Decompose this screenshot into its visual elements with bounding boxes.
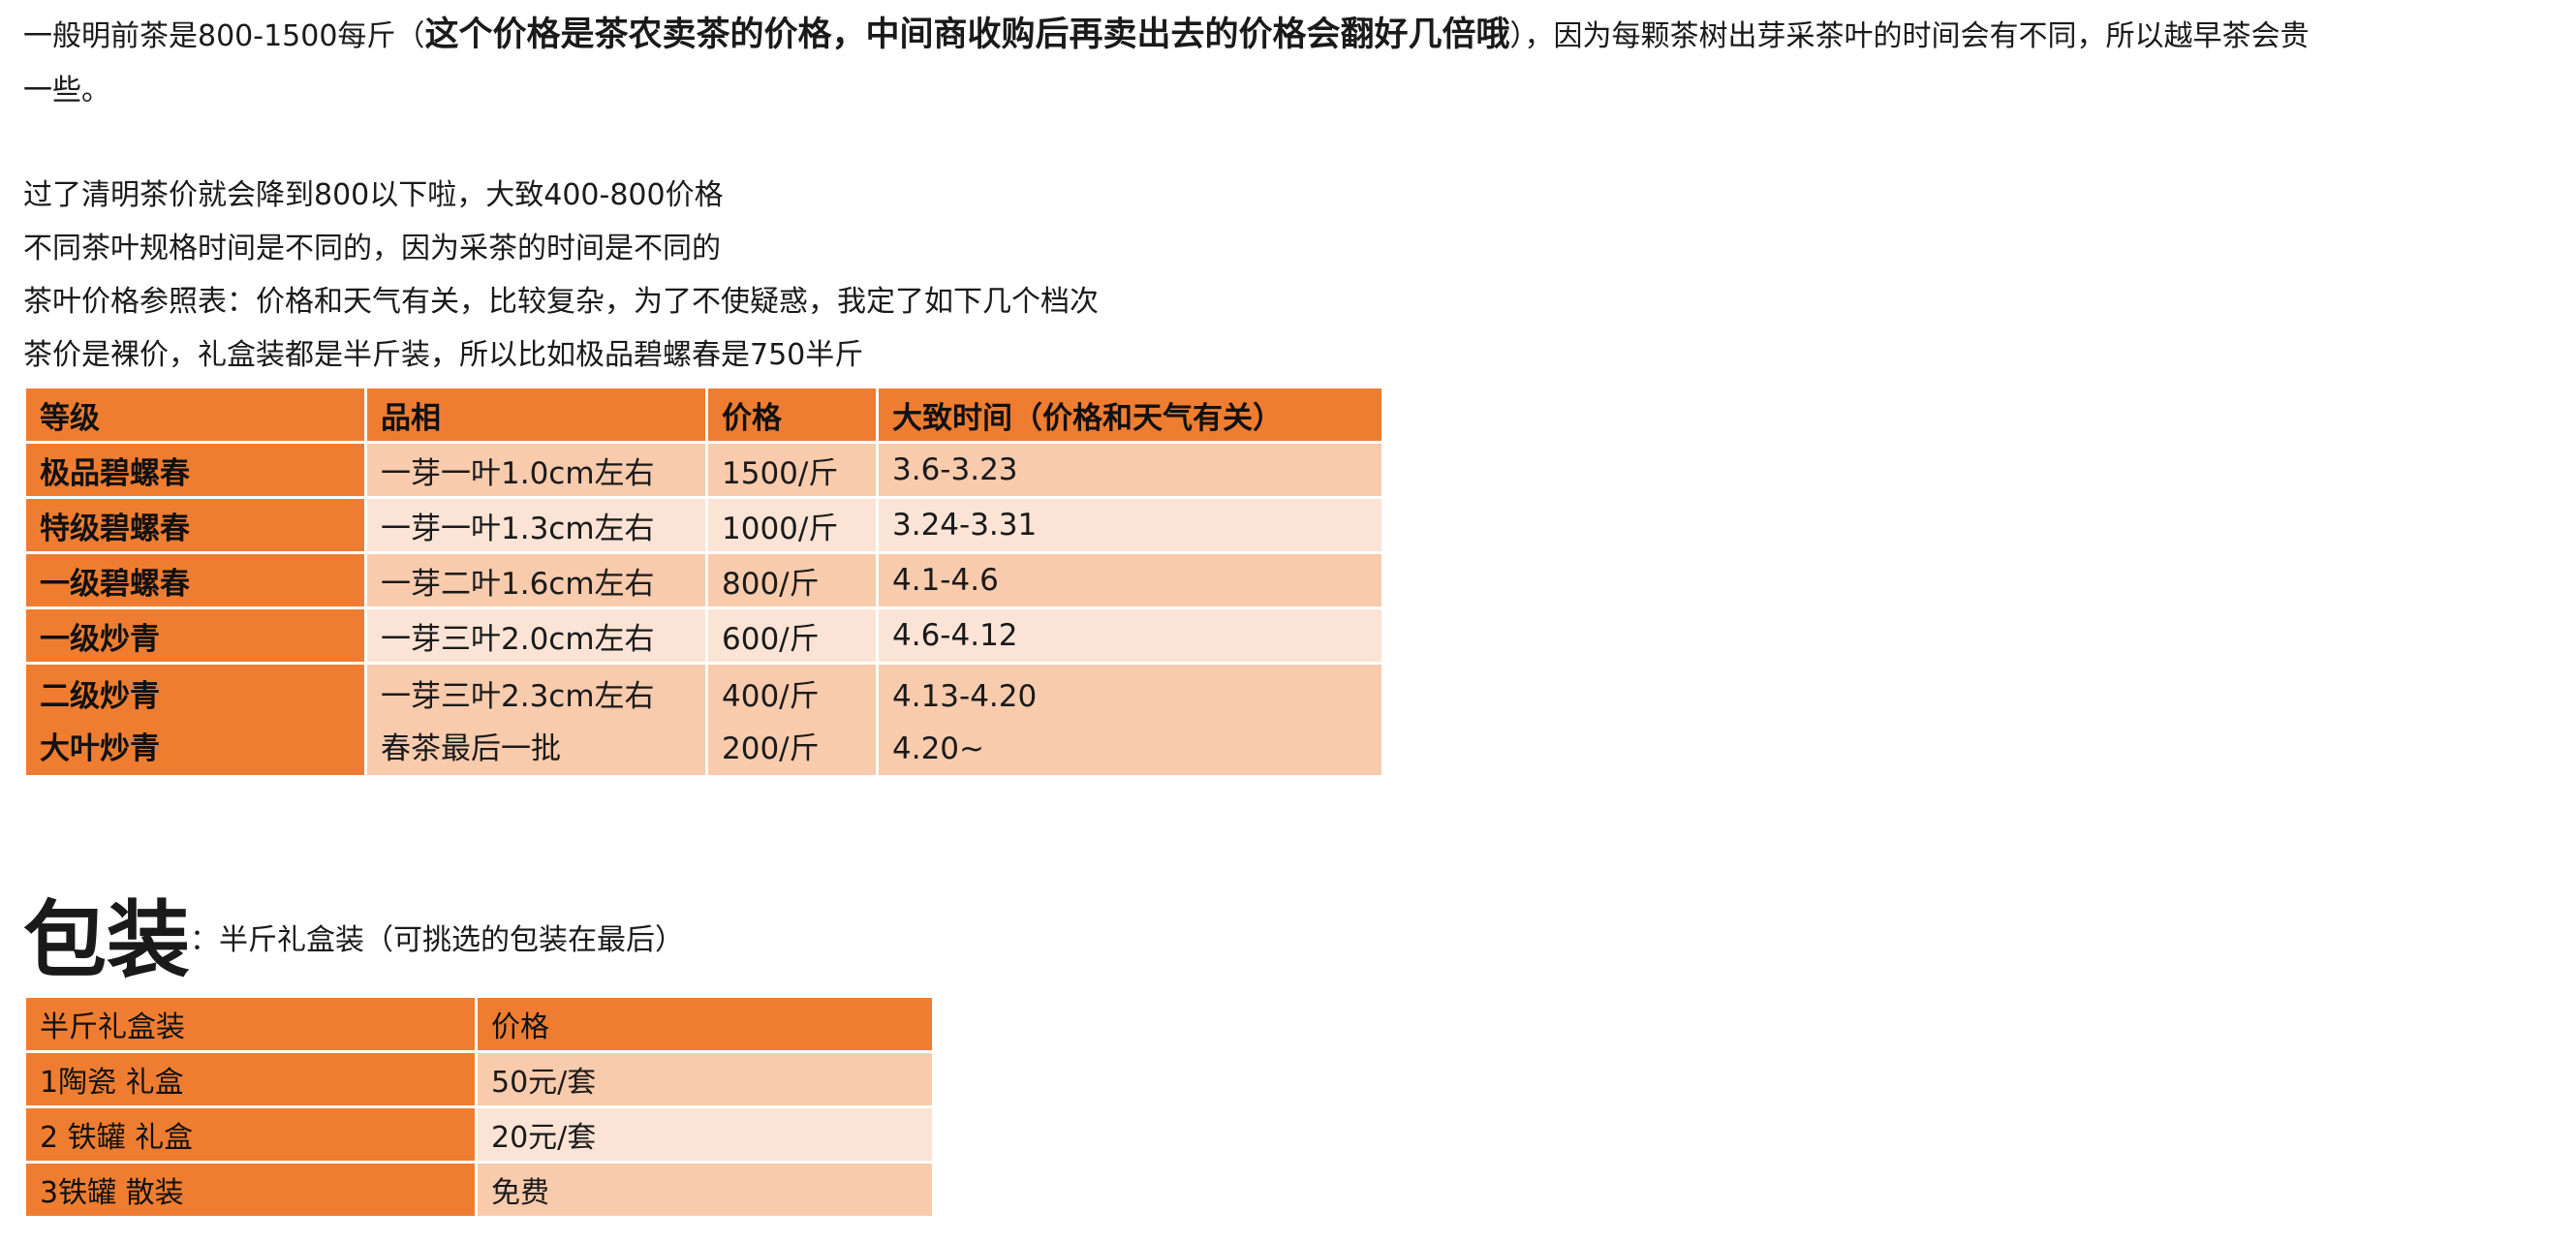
header-look: 品相: [364, 386, 708, 444]
header-time: 大致时间（价格和天气有关）: [876, 386, 1384, 444]
table-row: 二级炒青 大叶炒青 一芽三叶2.3cm左右 春茶最后一批 400/斤 200/斤…: [23, 662, 1384, 778]
table-row: 一级炒青 一芽三叶2.0cm左右 600/斤 4.6-4.12: [23, 606, 1384, 665]
price-cell: 600/斤: [705, 606, 879, 665]
grade-cell: 特级碧螺春: [23, 496, 367, 554]
look-cell: 一芽一叶1.3cm左右: [364, 496, 708, 554]
package-price-cell: 50元/套: [475, 1050, 935, 1108]
intro-line6-suffix: 半斤: [805, 338, 864, 372]
header-grade: 等级: [23, 386, 367, 444]
package-price-cell: 20元/套: [475, 1105, 935, 1164]
intro-line4: 不同茶叶规格时间是不同的，因为采茶的时间是不同的: [23, 232, 721, 265]
price-cell: 800/斤: [705, 551, 879, 609]
packaging-title: 包装: [23, 892, 190, 989]
time-cell: 4.13-4.20 4.20~: [876, 662, 1384, 778]
tea-price-table: 等级 品相 价格 大致时间（价格和天气有关） 极品碧螺春 一芽一叶1.0cm左右…: [23, 386, 1384, 778]
intro-line5: 茶叶价格参照表：价格和天气有关，比较复杂，为了不使疑惑，我定了如下几个档次: [23, 285, 1099, 319]
price-cell: 1000/斤: [705, 496, 879, 554]
header-package-price: 价格: [475, 995, 935, 1053]
package-name-cell: 3铁罐 散装: [23, 1161, 478, 1219]
grade-text: 二级炒青: [40, 679, 160, 714]
document-page: 一般明前茶是800-1500每斤（这个价格是茶农卖茶的价格，中间商收购后再卖出去…: [23, 8, 2561, 1219]
intro-line2: 一些。: [23, 74, 110, 108]
packaging-header-row: 半斤礼盒装 价格: [23, 995, 935, 1053]
grade-cell: 一级碧螺春: [23, 551, 367, 609]
intro-line1-prefix: 一般明前茶是800-1500每斤（: [23, 19, 425, 53]
header-price: 价格: [705, 386, 879, 444]
table-row: 特级碧螺春 一芽一叶1.3cm左右 1000/斤 3.24-3.31: [23, 496, 1384, 554]
look-cell: 一芽三叶2.3cm左右 春茶最后一批: [364, 662, 708, 778]
time-cell: 3.24-3.31: [876, 496, 1384, 554]
price-cell: 1500/斤: [705, 441, 879, 499]
time-cell: 4.6-4.12: [876, 606, 1384, 665]
table-row: 极品碧螺春 一芽一叶1.0cm左右 1500/斤 3.6-3.23: [23, 441, 1384, 499]
intro-line1-bold: 这个价格是茶农卖茶的价格，中间商收购后再卖出去的价格会翻好几倍哦: [424, 16, 1510, 54]
look-text: 春茶最后一批: [381, 731, 561, 766]
intro-line1-suffix: ），因为每颗茶树出芽采茶叶的时间会有不同，所以越早茶会贵: [1509, 19, 2310, 53]
grade-cell: 极品碧螺春: [23, 441, 367, 499]
time-text: 4.20~: [892, 731, 984, 766]
look-text: 一芽三叶2.3cm左右: [381, 679, 655, 714]
look-cell: 一芽三叶2.0cm左右: [364, 606, 708, 665]
look-cell: 一芽一叶1.0cm左右: [364, 441, 708, 499]
packaging-subtitle: ：半斤礼盒装（可挑选的包装在最后）: [190, 923, 684, 957]
price-text: 200/斤: [722, 731, 820, 766]
packaging-table: 半斤礼盒装 价格 1陶瓷 礼盒 50元/套 2 铁罐 礼盒 20元/套 3铁罐 …: [23, 995, 935, 1219]
grade-text: 大叶炒青: [40, 731, 160, 766]
package-price-cell: 免费: [475, 1161, 935, 1219]
package-name-cell: 2 铁罐 礼盒: [23, 1105, 478, 1164]
grade-cell: 一级炒青: [23, 606, 367, 665]
intro-line6-prefix: 茶价是裸价，礼盒装都是半斤装，所以比如极品碧螺春是: [23, 338, 750, 372]
time-text: 4.13-4.20: [892, 679, 1038, 714]
packaging-heading: 包装：半斤礼盒装（可挑选的包装在最后）: [23, 892, 2561, 989]
highlight-price: 750: [750, 338, 806, 372]
table-row: 3铁罐 散装 免费: [23, 1161, 935, 1219]
table-row: 2 铁罐 礼盒 20元/套: [23, 1105, 935, 1164]
price-text: 400/斤: [722, 679, 820, 714]
price-cell: 400/斤 200/斤: [705, 662, 879, 778]
price-table-header-row: 等级 品相 价格 大致时间（价格和天气有关）: [23, 386, 1384, 444]
look-cell: 一芽二叶1.6cm左右: [364, 551, 708, 609]
grade-cell: 二级炒青 大叶炒青: [23, 662, 367, 778]
package-name-cell: 1陶瓷 礼盒: [23, 1050, 478, 1108]
table-row: 一级碧螺春 一芽二叶1.6cm左右 800/斤 4.1-4.6: [23, 551, 1384, 609]
intro-line3: 过了清明茶价就会降到800以下啦，大致400-800价格: [23, 178, 724, 212]
table-row: 1陶瓷 礼盒 50元/套: [23, 1050, 935, 1108]
intro-line6: 茶价是裸价，礼盒装都是半斤装，所以比如极品碧螺春是750半斤: [23, 328, 2561, 382]
intro-paragraph: 一般明前茶是800-1500每斤（这个价格是茶农卖茶的价格，中间商收购后再卖出去…: [23, 8, 2561, 64]
header-package: 半斤礼盒装: [23, 995, 478, 1053]
time-cell: 4.1-4.6: [876, 551, 1384, 609]
time-cell: 3.6-3.23: [876, 441, 1384, 499]
